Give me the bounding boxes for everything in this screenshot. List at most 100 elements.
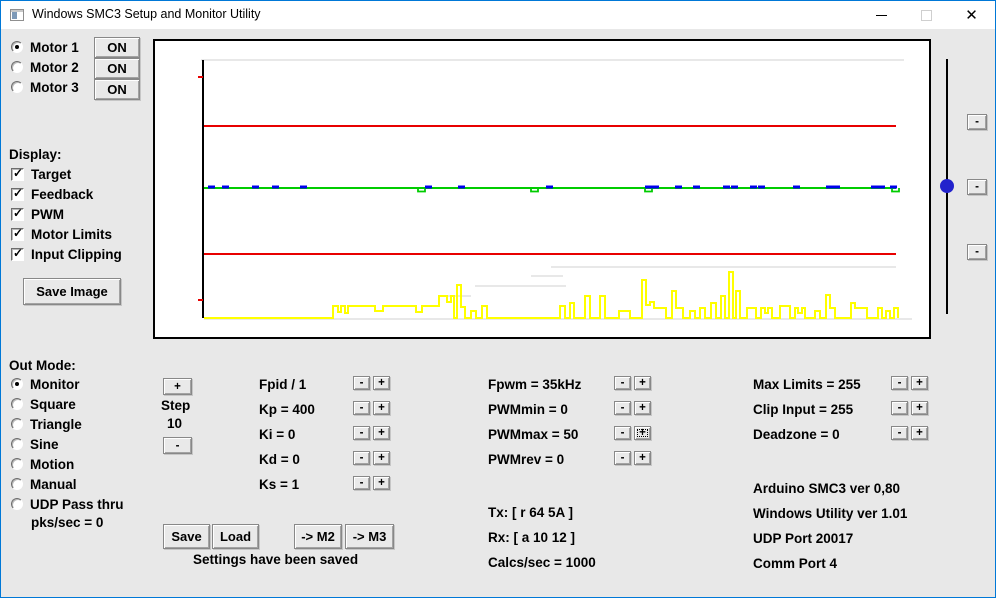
- pwmrev-plus-button[interactable]: +: [634, 451, 651, 465]
- copy-to-m3-button[interactable]: -> M3: [345, 524, 394, 549]
- scope-adjust-1-button[interactable]: -: [967, 114, 987, 130]
- outmode-udp-pass-thru-radio[interactable]: UDP Pass thru: [11, 496, 124, 512]
- kp-value-label: Kp = 400: [259, 402, 315, 417]
- deadzone-minus-button[interactable]: -: [891, 426, 908, 440]
- motion-label: Motion: [30, 457, 74, 472]
- outmode-square-radio[interactable]: Square: [11, 396, 76, 412]
- max-limits-minus-button[interactable]: -: [891, 376, 908, 390]
- feedback-label: Feedback: [31, 187, 93, 202]
- limit-settings-group: Max Limits = 255-+Clip Input = 255-+Dead…: [753, 376, 929, 451]
- calcs-per-sec: Calcs/sec = 1000: [488, 555, 596, 580]
- motor-3-radio-dot: [11, 81, 23, 93]
- save-settings-button[interactable]: Save: [163, 524, 210, 549]
- outmode-motion-radio[interactable]: Motion: [11, 456, 74, 472]
- max-limits-value-label: Max Limits = 255: [753, 377, 861, 392]
- outmode-triangle-radio[interactable]: Triangle: [11, 416, 82, 432]
- app-window: Windows SMC3 Setup and Monitor Utility ✕…: [0, 0, 996, 598]
- kp-minus-button[interactable]: -: [353, 401, 370, 415]
- arduino-smc3-text: Arduino SMC3 ver 0,80: [753, 481, 907, 506]
- out-mode-label: Out Mode:: [9, 358, 76, 373]
- motor-2-radio-dot: [11, 61, 23, 73]
- ks-minus-button[interactable]: -: [353, 476, 370, 490]
- pwmmax-value-label: PWMmax = 50: [488, 427, 578, 442]
- clip-input-plus-button[interactable]: +: [911, 401, 928, 415]
- scope-adjust-2-button[interactable]: -: [967, 179, 987, 195]
- step-plus-button[interactable]: +: [163, 378, 192, 395]
- motor-1-radio[interactable]: Motor 1: [11, 39, 79, 55]
- target-label: Target: [31, 167, 71, 182]
- motor-2-on-button[interactable]: ON: [94, 58, 140, 79]
- scope-adjust-3-button[interactable]: -: [967, 244, 987, 260]
- clip-input-minus-button[interactable]: -: [891, 401, 908, 415]
- fpwm-minus-button[interactable]: -: [614, 376, 631, 390]
- display-group-label: Display:: [9, 147, 62, 162]
- save-image-button[interactable]: Save Image: [23, 278, 121, 305]
- display-feedback-checkbox[interactable]: Feedback: [11, 186, 93, 202]
- ki-plus-button[interactable]: +: [373, 426, 390, 440]
- motor-1-on-button[interactable]: ON: [94, 37, 140, 58]
- minimize-button[interactable]: [859, 1, 904, 29]
- motor-3-radio[interactable]: Motor 3: [11, 79, 79, 95]
- sine-radio-dot: [11, 438, 23, 450]
- outmode-sine-radio[interactable]: Sine: [11, 436, 59, 452]
- monitor-radio-dot: [11, 378, 23, 390]
- pwmrev-value-label: PWMrev = 0: [488, 452, 564, 467]
- copy-to-m2-button[interactable]: -> M2: [294, 524, 342, 549]
- motor-3-on-button[interactable]: ON: [94, 79, 140, 100]
- ks-plus-button[interactable]: +: [373, 476, 390, 490]
- load-settings-button[interactable]: Load: [212, 524, 259, 549]
- motor-1-radio-dot: [11, 41, 23, 53]
- windows-utility-text: Windows Utility ver 1.01: [753, 506, 907, 531]
- comm-port-text: Comm Port 4: [753, 556, 907, 581]
- triangle-radio-dot: [11, 418, 23, 430]
- pwmrev-row: PWMrev = 0 -+: [488, 451, 652, 476]
- close-icon: ✕: [965, 8, 978, 23]
- ks-row: Ks = 1-+: [259, 476, 395, 501]
- clip-input-row: Clip Input = 255-+: [753, 401, 929, 426]
- motor-2-radio[interactable]: Motor 2: [11, 59, 79, 75]
- step-value: 10: [167, 416, 182, 431]
- kp-plus-button[interactable]: +: [373, 401, 390, 415]
- kp-row: Kp = 400 -+: [259, 401, 395, 426]
- kd-minus-button[interactable]: -: [353, 451, 370, 465]
- pwmmax-minus-button[interactable]: -: [614, 426, 631, 440]
- display-input-clipping-checkbox[interactable]: Input Clipping: [11, 246, 122, 262]
- scope-chart: [153, 39, 931, 339]
- motion-radio-dot: [11, 458, 23, 470]
- fpwm-plus-button[interactable]: +: [634, 376, 651, 390]
- display-motor-limits-checkbox[interactable]: Motor Limits: [11, 226, 112, 242]
- udp-pass-thru-label: UDP Pass thru: [30, 497, 124, 512]
- kd-plus-button[interactable]: +: [373, 451, 390, 465]
- outmode-manual-radio[interactable]: Manual: [11, 476, 77, 492]
- pwmmax-plus-button[interactable]: +: [634, 426, 651, 440]
- close-button[interactable]: ✕: [949, 1, 994, 29]
- step-minus-button[interactable]: -: [163, 437, 192, 454]
- fpid-1-minus-button[interactable]: -: [353, 376, 370, 390]
- pid-settings-group: Fpid / 1-+Kp = 400-+Ki = 0-+Kd = 0-+Ks =…: [259, 376, 395, 501]
- display-pwm-checkbox[interactable]: PWM: [11, 206, 64, 222]
- deadzone-row: Deadzone = 0-+: [753, 426, 929, 451]
- manual-radio-dot: [11, 478, 23, 490]
- pwmmin-plus-button[interactable]: +: [634, 401, 651, 415]
- pwmmin-minus-button[interactable]: -: [614, 401, 631, 415]
- title-bar[interactable]: Windows SMC3 Setup and Monitor Utility ✕: [1, 1, 995, 29]
- ki-value-label: Ki = 0: [259, 427, 295, 442]
- maximize-button[interactable]: [904, 1, 949, 29]
- square-radio-dot: [11, 398, 23, 410]
- manual-label: Manual: [30, 477, 77, 492]
- settings-status-text: Settings have been saved: [193, 552, 358, 567]
- max-limits-row: Max Limits = 255 -+: [753, 376, 929, 401]
- motor-limits-checkbox-box: [11, 228, 24, 241]
- outmode-monitor-radio[interactable]: Monitor: [11, 376, 80, 392]
- ki-minus-button[interactable]: -: [353, 426, 370, 440]
- square-label: Square: [30, 397, 76, 412]
- minimize-icon: [876, 15, 887, 16]
- scope-slider-handle[interactable]: [940, 179, 954, 193]
- pwmrev-minus-button[interactable]: -: [614, 451, 631, 465]
- fpid-1-plus-button[interactable]: +: [373, 376, 390, 390]
- fpwm-row: Fpwm = 35kHz-+: [488, 376, 652, 401]
- deadzone-plus-button[interactable]: +: [911, 426, 928, 440]
- max-limits-plus-button[interactable]: +: [911, 376, 928, 390]
- kd-value-label: Kd = 0: [259, 452, 300, 467]
- display-target-checkbox[interactable]: Target: [11, 166, 71, 182]
